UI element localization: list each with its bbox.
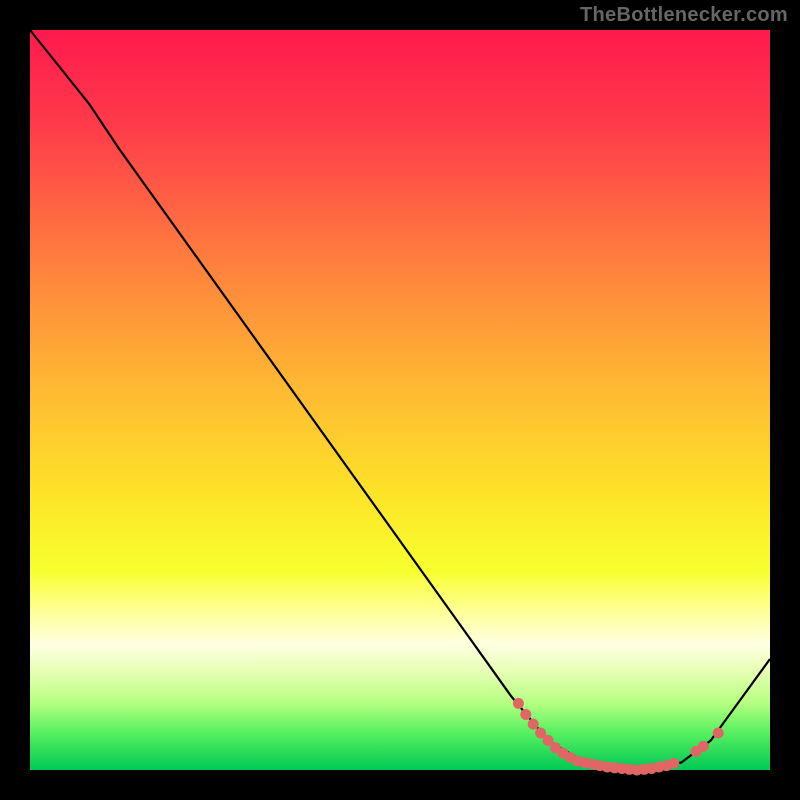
data-point (513, 698, 524, 709)
watermark-text: TheBottlenecker.com (580, 4, 788, 27)
plot-background (30, 30, 770, 770)
data-point (528, 719, 539, 730)
data-point (520, 709, 531, 720)
data-point (713, 728, 724, 739)
data-point (698, 741, 709, 752)
data-point (668, 758, 679, 769)
chart-stage: TheBottlenecker.com (0, 0, 800, 800)
bottleneck-chart (0, 0, 800, 800)
